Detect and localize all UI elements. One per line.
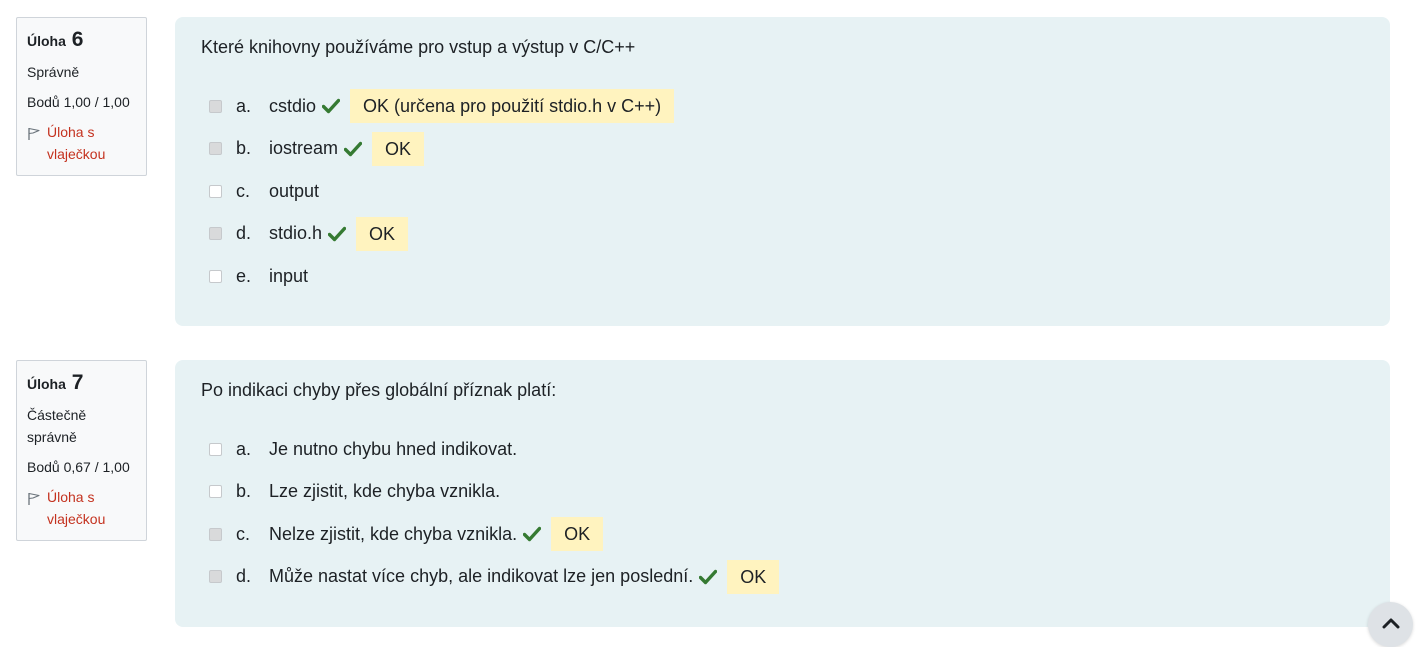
answer-option: a. Je nutno chybu hned indikovat.	[209, 432, 779, 466]
answer-letter: e.	[236, 265, 252, 286]
question-text: Které knihovny používáme pro vstup a výs…	[201, 37, 636, 57]
answer-option: c. Nelze zjistit, kde chyba vznikla. OK	[209, 517, 779, 551]
flag-label: Úloha s vlaječkou	[47, 124, 106, 162]
answer-checkbox[interactable]	[209, 570, 222, 583]
answer-option: d. Může nastat více chyb, ale indikovat l…	[209, 559, 780, 594]
answer-text: iostream	[269, 138, 339, 158]
flag-question-link[interactable]: Úloha s vlaječkou	[27, 121, 136, 165]
answer-option: b. Lze zjistit, kde chyba vznikla.	[209, 475, 779, 509]
flag-icon	[27, 125, 41, 147]
question-label: Úloha	[27, 376, 66, 392]
answer-letter: a.	[236, 95, 252, 116]
flag-label: Úloha s vlaječkou	[47, 489, 106, 527]
question-label: Úloha	[27, 33, 66, 49]
flag-icon	[27, 490, 41, 512]
scroll-to-top-button[interactable]	[1368, 602, 1413, 647]
answer-letter: c.	[236, 180, 251, 201]
question-grade: Bodů 1,00 / 1,00	[27, 94, 130, 110]
answer-list: a. cstdio OK (určena pro použití stdio.h v…	[209, 89, 675, 302]
answer-text: Nelze zjistit, kde chyba vznikla.	[269, 523, 518, 544]
answer-option: c. output	[209, 174, 674, 208]
check-icon	[343, 141, 363, 157]
question-number: 7	[71, 371, 84, 394]
answer-feedback: OK	[356, 216, 409, 251]
answer-feedback: OK	[727, 559, 780, 594]
answer-letter: d.	[236, 566, 252, 586]
answer-checkbox[interactable]	[209, 227, 222, 240]
answer-feedback: OK	[372, 131, 425, 166]
answer-option: b. iostream OK	[209, 131, 674, 166]
answer-feedback: OK (určena pro použití stdio.h v C++)	[350, 89, 675, 123]
answer-checkbox[interactable]	[209, 99, 222, 113]
answer-text: output	[269, 180, 320, 201]
flag-question-link[interactable]: Úloha s vlaječkou	[27, 486, 136, 530]
answer-text: input	[269, 265, 309, 286]
answer-feedback: OK	[551, 517, 604, 551]
answer-checkbox[interactable]	[209, 442, 222, 456]
answer-letter: d.	[236, 223, 252, 243]
answer-text: Může nastat více chyb, ale indikovat lze…	[269, 566, 694, 586]
answer-checkbox[interactable]	[209, 485, 222, 498]
answer-text: Lze zjistit, kde chyba vznikla.	[269, 481, 501, 501]
question-content: Které knihovny používáme pro vstup a výs…	[175, 17, 1390, 326]
question-state: Správně	[27, 64, 80, 80]
check-icon	[321, 98, 341, 114]
question-content: Po indikaci chyby přes globální příznak …	[175, 360, 1390, 627]
question-info: Úloha 6 Správně Bodů 1,00 / 1,00 Úloha s…	[16, 17, 147, 176]
answer-letter: b.	[236, 138, 252, 158]
answer-letter: a.	[236, 438, 252, 459]
answer-checkbox[interactable]	[209, 527, 222, 541]
answer-checkbox[interactable]	[209, 184, 222, 198]
answer-letter: b.	[236, 481, 252, 501]
check-icon	[522, 526, 542, 542]
answer-text: Je nutno chybu hned indikovat.	[269, 438, 518, 459]
answer-option: a. cstdio OK (určena pro použití stdio.h v…	[209, 89, 675, 123]
question-state: Částečně správně	[27, 407, 87, 445]
chevron-up-icon	[1382, 616, 1400, 634]
answer-checkbox[interactable]	[209, 142, 222, 155]
answer-text: stdio.h	[269, 223, 323, 243]
answer-checkbox[interactable]	[209, 269, 222, 283]
answer-option: d. stdio.h OK	[209, 216, 674, 251]
answer-text: cstdio	[269, 95, 317, 116]
check-icon	[699, 569, 718, 585]
question-number: 6	[71, 28, 84, 51]
question-text: Po indikaci chyby přes globální příznak …	[201, 380, 557, 400]
answer-option: e. input	[209, 259, 674, 293]
check-icon	[327, 226, 347, 242]
answer-list: a. Je nutno chybu hned indikovat. b. Lze zj…	[209, 432, 780, 602]
question-grade: Bodů 0,67 / 1,00	[27, 459, 130, 475]
answer-letter: c.	[236, 523, 251, 544]
question-info: Úloha 7 Částečně správně Bodů 0,67 / 1,0…	[16, 360, 147, 541]
